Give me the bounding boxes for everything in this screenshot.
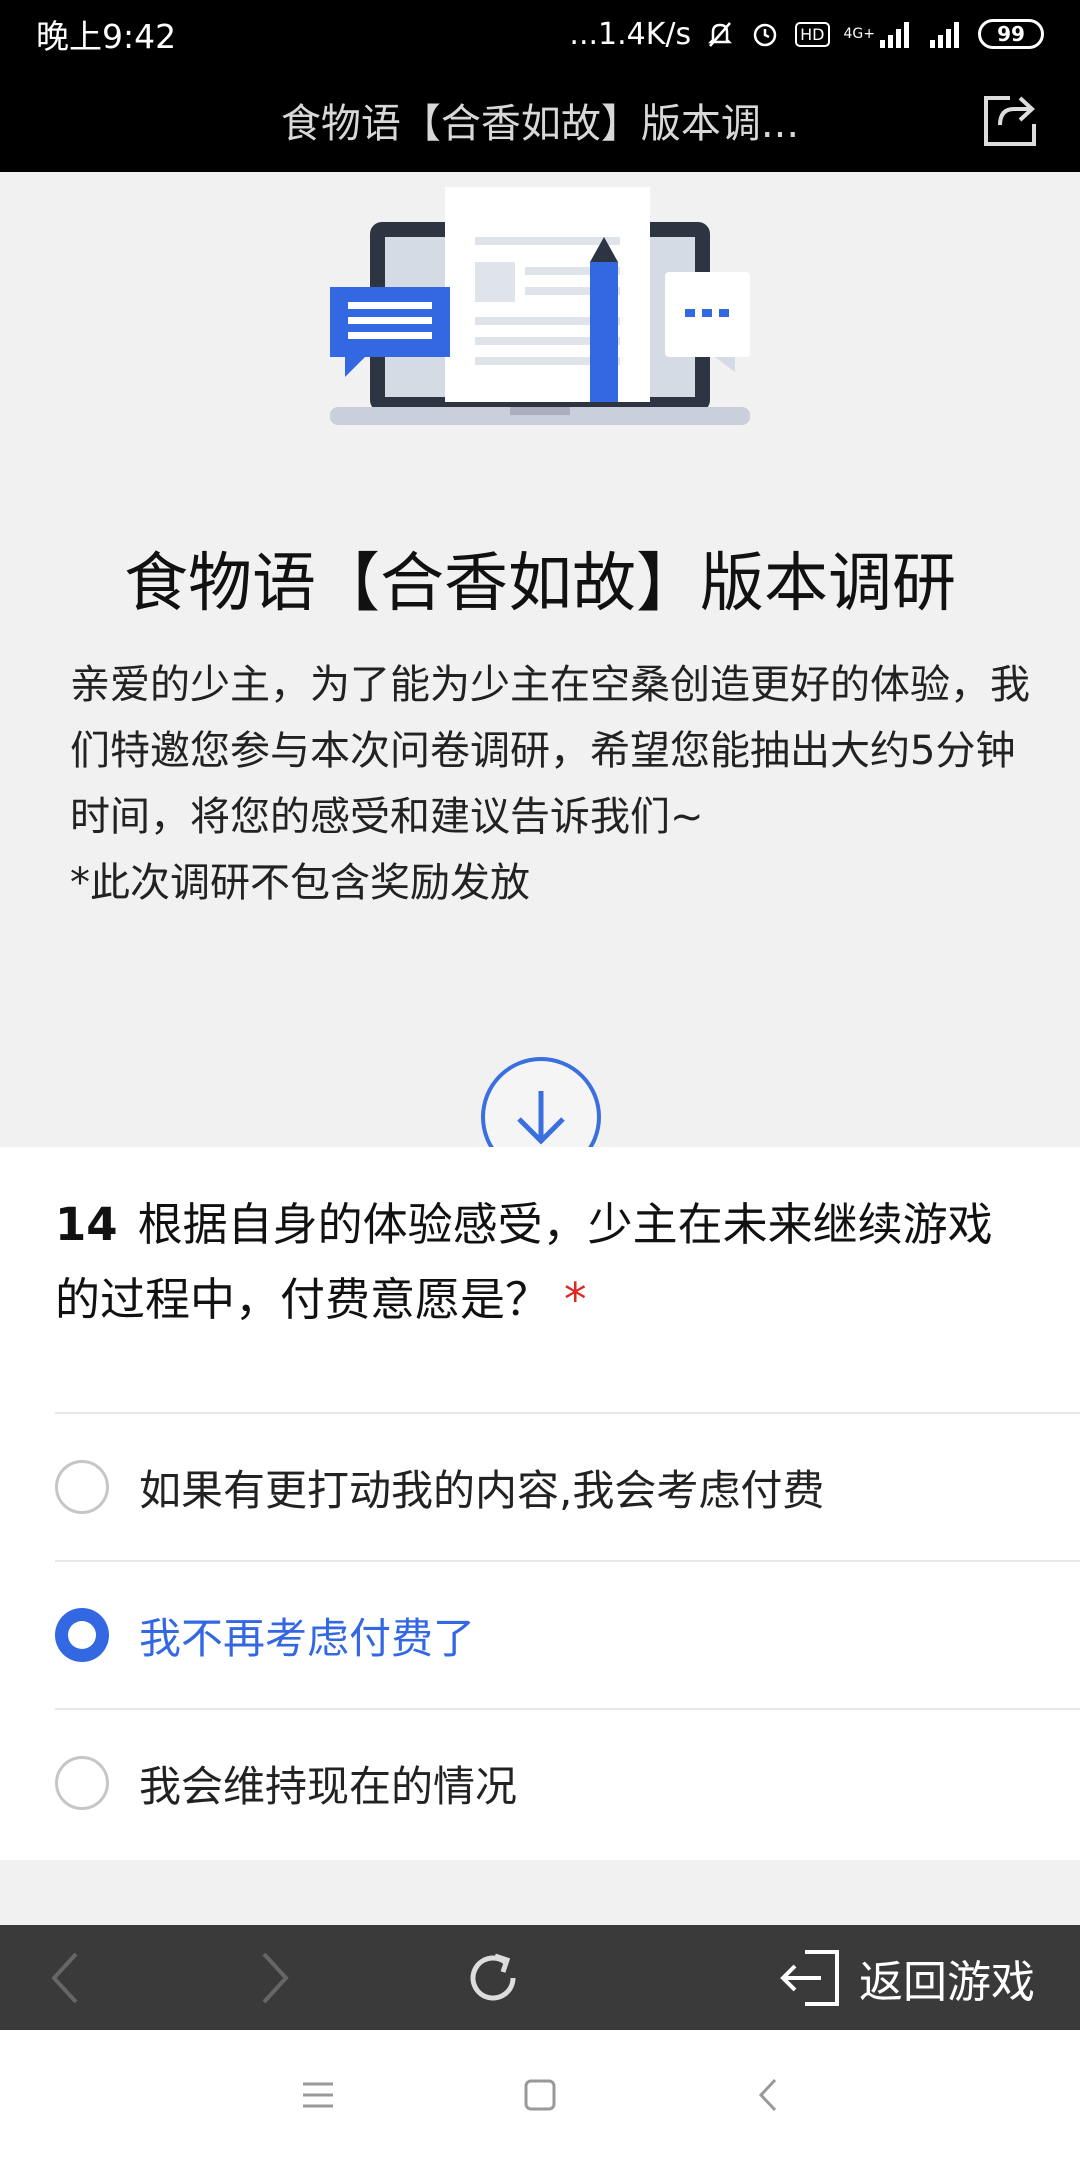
status-icons: ...1.4K/s HD 4G+ 99: [569, 17, 1044, 52]
intro-text: 亲爱的少主，为了能为少主在空桑创造更好的体验，我们特邀您参与本次问卷调研，希望您…: [70, 662, 1030, 840]
note-text: *此次调研不包含奖励发放: [70, 860, 530, 906]
signal-icon: [928, 20, 964, 48]
signal-4g-icon: 4G+: [844, 20, 915, 48]
system-nav-bar: [0, 2030, 1080, 2160]
option-list: 如果有更打动我的内容,我会考虑付费 我不再考虑付费了 我会维持现在的情况: [55, 1412, 1080, 1856]
chevron-left-icon: [758, 2078, 777, 2112]
survey-intro: 亲爱的少主，为了能为少主在空桑创造更好的体验，我们特邀您参与本次问卷调研，希望您…: [70, 652, 1030, 916]
radio-button[interactable]: [55, 1460, 109, 1514]
survey-illustration: [330, 187, 750, 425]
survey-header: 食物语【合香如故】版本调研 亲爱的少主，为了能为少主在空桑创造更好的体验，我们特…: [0, 172, 1080, 1177]
refresh-icon: [470, 1953, 515, 2000]
title-bar: 食物语【合香如故】版本调...: [0, 68, 1080, 172]
option-label: 如果有更打动我的内容,我会考虑付费: [139, 1465, 825, 1515]
square-icon: [524, 2079, 556, 2111]
question-title: 14 根据自身的体验感受，少主在未来继续游戏的过程中，付费意愿是？ *: [55, 1187, 1035, 1337]
network-speed: ...1.4K/s: [569, 16, 692, 52]
option-label: 我不再考虑付费了: [139, 1613, 476, 1663]
radio-button-checked[interactable]: [55, 1608, 109, 1662]
chevron-left-icon: [51, 1952, 78, 2003]
system-back-button[interactable]: [738, 2065, 798, 2125]
option-item[interactable]: 如果有更打动我的内容,我会考虑付费: [55, 1412, 1080, 1560]
question-number: 14: [55, 1198, 118, 1251]
forward-button[interactable]: [245, 1925, 305, 2030]
browser-nav-bar: 返回游戏: [0, 1925, 1080, 2030]
radio-button[interactable]: [55, 1756, 109, 1810]
chevron-right-icon: [262, 1952, 289, 2003]
status-bar: 晚上9:42 ...1.4K/s HD 4G+ 99: [0, 0, 1080, 68]
page-title: 食物语【合香如故】版本调...: [280, 101, 800, 147]
home-button[interactable]: [510, 2065, 570, 2125]
option-item[interactable]: 我会维持现在的情况: [55, 1708, 1080, 1856]
option-label: 我会维持现在的情况: [139, 1761, 518, 1811]
refresh-button[interactable]: [455, 1925, 530, 2030]
app-root: 晚上9:42 ...1.4K/s HD 4G+ 99 食物语【合香如故】版本调.…: [0, 0, 1080, 2160]
option-item[interactable]: 我不再考虑付费了: [55, 1560, 1080, 1708]
bell-muted-icon: [705, 19, 735, 49]
required-mark: *: [564, 1273, 587, 1326]
status-time: 晚上9:42: [36, 17, 177, 56]
question-text: 根据自身的体验感受，少主在未来继续游戏的过程中，付费意愿是？: [55, 1198, 993, 1326]
share-icon: [984, 96, 1036, 146]
back-button[interactable]: [35, 1925, 95, 2030]
alarm-icon: [749, 18, 781, 50]
share-button[interactable]: [980, 90, 1040, 150]
battery-indicator: 99: [978, 19, 1044, 49]
menu-button[interactable]: [288, 2065, 348, 2125]
question-card: 14 根据自身的体验感受，少主在未来继续游戏的过程中，付费意愿是？ * 如果有更打动…: [0, 1147, 1080, 1860]
survey-title: 食物语【合香如故】版本调研: [124, 547, 956, 621]
menu-icon: [303, 2082, 333, 2108]
back-to-game-button[interactable]: 返回游戏: [775, 1925, 1035, 2030]
exit-icon: [780, 1949, 839, 2006]
arrow-down-icon: [517, 1091, 565, 1145]
back-to-game-label: 返回游戏: [859, 1956, 1035, 2008]
hd-badge: HD: [795, 21, 830, 47]
